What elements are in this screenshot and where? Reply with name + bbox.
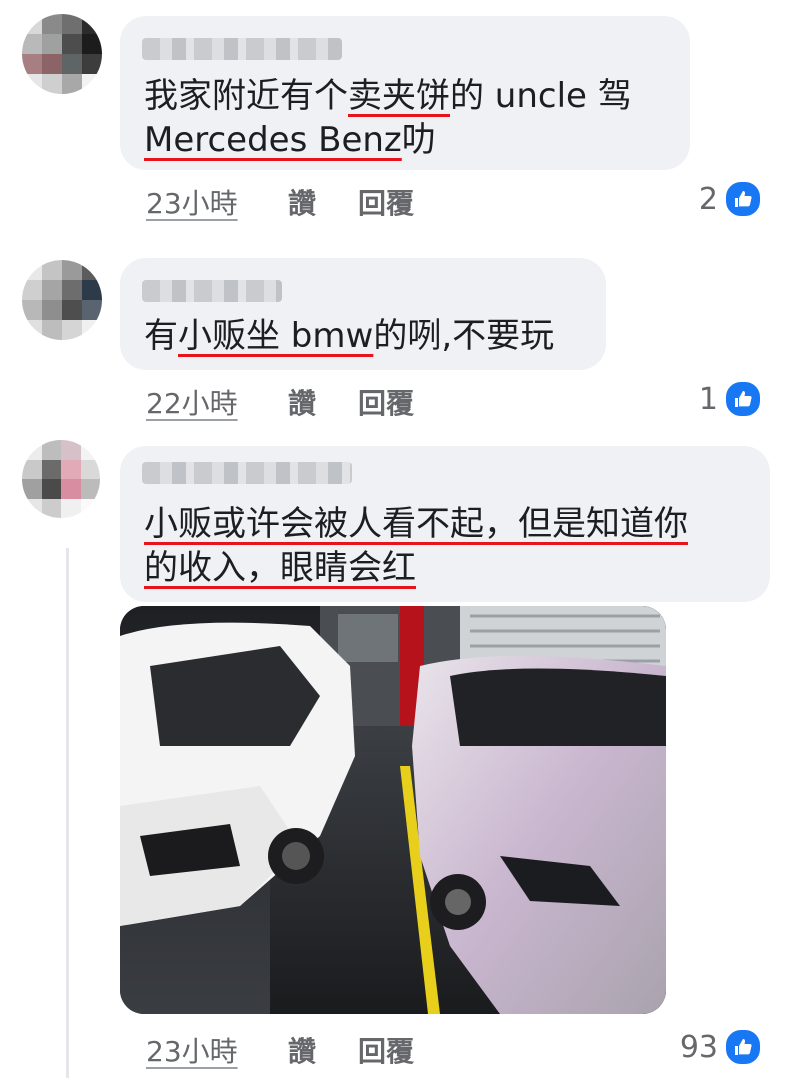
reply-button[interactable]: 回覆 [358,382,414,422]
underlined-phrase: 小贩或许会被人看不起，但是知道你 [144,504,688,544]
underlined-phrase: 的收入，眼睛会红 [144,548,416,588]
comment-text-segment: 的 uncle 驾 [450,76,632,116]
underlined-phrase: Mercedes Benz [144,120,402,160]
timestamp-link[interactable]: 22小時 [146,382,238,422]
reaction-count: 1 [698,381,718,417]
comment-2: 有小贩坐 bmw的咧,不要玩 22小時 讚 回覆 1 [0,240,800,430]
comment-actions: 23小時 讚 回覆 2 [146,180,786,222]
like-button[interactable]: 讚 [288,382,316,422]
comment-bubble: 有小贩坐 bmw的咧,不要玩 [120,258,606,370]
like-thumbs-up-icon [724,180,762,218]
like-button[interactable]: 讚 [288,182,316,222]
car-photo-illustration [120,606,666,1014]
timestamp-link[interactable]: 23小時 [146,1030,238,1070]
underlined-phrase: 卖夹饼 [348,76,450,116]
timestamp-link[interactable]: 23小時 [146,182,238,222]
comment-text: 有小贩坐 bmw的咧,不要玩 [144,314,554,358]
avatar[interactable] [22,14,102,94]
author-name-blurred[interactable] [142,462,352,484]
author-name-blurred[interactable] [142,38,342,60]
comment-actions: 22小時 讚 回覆 1 [146,380,786,422]
comment-text: 我家附近有个卖夹饼的 uncle 驾 [144,74,632,118]
like-thumbs-up-icon [724,380,762,418]
reply-button[interactable]: 回覆 [358,1030,414,1070]
reaction-count: 2 [698,181,718,217]
reaction-summary[interactable]: 2 [699,180,762,218]
like-thumbs-up-icon [724,1028,762,1066]
underlined-phrase: 小贩坐 bmw [178,316,374,356]
comment-text-line-2: Mercedes Benz叻 [144,118,436,162]
comment-text-segment: 我家附近有个 [144,76,348,116]
comment-text-segment: 的咧,不要玩 [373,316,555,356]
reaction-summary[interactable]: 1 [699,380,762,418]
comment-1: 我家附近有个卖夹饼的 uncle 驾 Mercedes Benz叻 23小時 讚… [0,0,800,240]
reaction-summary[interactable]: 93 [680,1028,762,1066]
comment-bubble: 小贩或许会被人看不起，但是知道你 的收入，眼睛会红 [120,446,770,602]
comment-text-line-2: 的收入，眼睛会红 [144,546,416,590]
reply-button[interactable]: 回覆 [358,182,414,222]
avatar[interactable] [22,260,102,340]
avatar[interactable] [22,440,100,518]
like-button[interactable]: 讚 [288,1030,316,1070]
attached-photo[interactable] [120,606,666,1014]
comment-actions: 23小時 讚 回覆 93 [146,1028,786,1070]
comment-bubble: 我家附近有个卖夹饼的 uncle 驾 Mercedes Benz叻 [120,16,690,170]
comment-text: 小贩或许会被人看不起，但是知道你 [144,502,688,546]
comment-3: 小贩或许会被人看不起，但是知道你 的收入，眼睛会红 23小時 讚 回覆 93 [0,430,800,1074]
comment-text-segment: 叻 [401,120,436,160]
reaction-count: 93 [679,1029,718,1065]
comment-text-segment: 有 [144,316,178,356]
author-name-blurred[interactable] [142,280,282,302]
